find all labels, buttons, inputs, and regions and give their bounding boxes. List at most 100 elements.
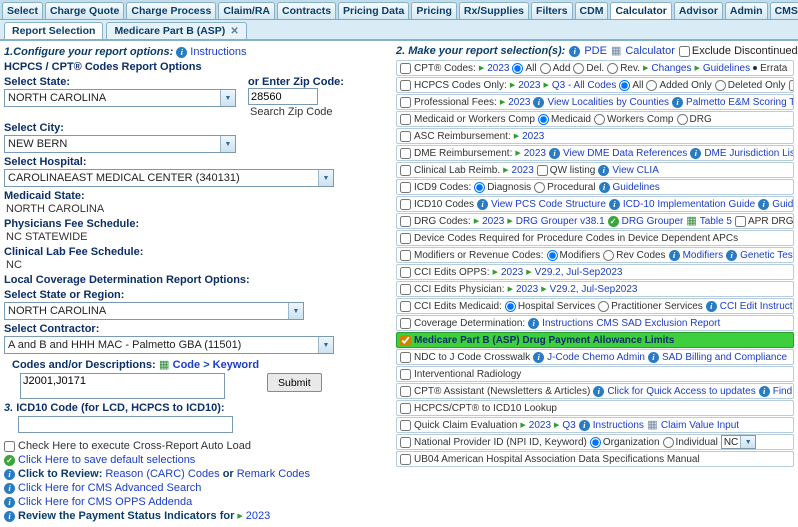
green-arrow-icon[interactable]: ▶ (474, 217, 479, 225)
info-icon[interactable]: i (533, 96, 545, 108)
radio-deleted-only[interactable] (714, 79, 726, 91)
tab-pricing[interactable]: Pricing (411, 2, 457, 19)
row-checkbox[interactable] (400, 385, 411, 397)
calculator-icon[interactable]: ▦ (611, 45, 621, 57)
info-icon[interactable]: i (549, 147, 560, 159)
row-checkbox[interactable] (400, 317, 411, 329)
radio-all[interactable] (512, 62, 524, 74)
tab-cdm[interactable]: CDM (574, 2, 609, 19)
region-select[interactable]: NORTH CAROLINA ▼ (4, 302, 304, 320)
code-keyword-icon[interactable]: ▦ (159, 359, 170, 371)
green-arrow-icon[interactable]: ▶ (520, 421, 525, 429)
view-localities-by-counties-link[interactable]: View Localities by Counties (547, 97, 669, 108)
green-arrow-icon[interactable]: ▶ (500, 98, 505, 106)
info-icon[interactable]: i (533, 351, 545, 363)
payment-status-indicators-info-icon[interactable]: i (4, 510, 15, 522)
dme-jurisdiction-list-link[interactable]: DME Jurisdiction List (704, 148, 793, 159)
radio-added-only[interactable] (646, 79, 658, 91)
green-arrow-icon[interactable]: ▶ (694, 64, 699, 72)
psi-year-link[interactable]: 2023 (246, 510, 270, 522)
2023-link[interactable]: 2023 (529, 420, 551, 431)
zip-input[interactable] (248, 88, 318, 105)
v29-2-jul-sep2023-link[interactable]: V29.2, Jul-Sep2023 (550, 284, 638, 295)
cross-report-checkbox[interactable] (4, 440, 15, 452)
row-checkbox[interactable] (400, 232, 411, 244)
row-checkbox[interactable] (400, 147, 411, 159)
cms-opps-addenda-link[interactable]: Click Here for CMS OPPS Addenda (18, 496, 192, 508)
tab-claim-ra[interactable]: Claim/RA (218, 2, 276, 19)
pde-link[interactable]: PDE (584, 45, 607, 57)
guidelines-link[interactable]: Guidelines (703, 63, 750, 74)
drg-grouper-link[interactable]: DRG Grouper (622, 216, 684, 227)
row-checkbox[interactable] (400, 351, 411, 363)
j-code-chemo-admin-link[interactable]: J-Code Chemo Admin (547, 352, 645, 363)
radio-hospital-services[interactable] (504, 300, 516, 312)
row-checkbox[interactable] (400, 215, 411, 227)
radio-organization[interactable] (589, 436, 601, 448)
radio-rev-codes[interactable] (603, 249, 615, 261)
info-icon[interactable]: i (477, 198, 489, 210)
tab-contracts[interactable]: Contracts (277, 2, 337, 19)
submit-button[interactable]: Submit (267, 373, 322, 392)
row-checkbox[interactable] (400, 164, 411, 176)
info-icon[interactable]: i (672, 96, 684, 108)
codes-input[interactable]: J2001,J0171 (20, 373, 225, 399)
radio-rev[interactable] (607, 62, 619, 74)
icd-10-implementation-guide-link[interactable]: ICD-10 Implementation Guide (623, 199, 755, 210)
guidelines-link[interactable]: Guidelines (772, 199, 793, 210)
cms-advanced-search-info-icon[interactable]: i (4, 482, 15, 494)
pde-info-icon[interactable]: i (569, 45, 581, 57)
info-icon[interactable]: i (758, 198, 770, 210)
green-check-icon[interactable]: ✓ (607, 215, 619, 227)
info-icon[interactable]: i (668, 249, 680, 261)
state-select[interactable]: NORTH CAROLINA ▼ (4, 89, 236, 107)
row-checkbox[interactable] (400, 453, 411, 465)
row-checkbox[interactable] (400, 334, 411, 346)
radio-del[interactable] (573, 62, 585, 74)
remark-codes-link[interactable]: Remark Codes (237, 468, 310, 480)
info-icon[interactable]: i (598, 164, 610, 176)
city-select[interactable]: NEW BERN ▼ (4, 135, 236, 153)
row-checkbox[interactable] (400, 113, 411, 125)
tab-medicare-part-b-asp[interactable]: Medicare Part B (ASP) ✕ (106, 22, 247, 39)
state-mini-select[interactable]: NC ▼ (720, 435, 757, 449)
view-dme-data-references-link[interactable]: View DME Data References (563, 148, 687, 159)
tab-pricing-data[interactable]: Pricing Data (338, 2, 410, 19)
row-checkbox[interactable] (400, 130, 411, 142)
row-checkbox[interactable] (400, 198, 411, 210)
tab-charge-process[interactable]: Charge Process (126, 2, 217, 19)
green-arrow-icon[interactable]: ▶ (554, 421, 559, 429)
exclude-discontinued-checkbox[interactable] (678, 45, 690, 57)
tab-calculator[interactable]: Calculator (610, 2, 672, 19)
grid-icon[interactable]: ▦ (647, 419, 658, 431)
hospital-select[interactable]: CAROLINAEAST MEDICAL CENTER (340131) ▼ (4, 169, 334, 187)
tab-report-selection[interactable]: Report Selection (4, 22, 104, 39)
green-arrow-icon[interactable]: ▶ (643, 64, 648, 72)
green-arrow-icon[interactable]: ▶ (541, 285, 546, 293)
cms-opps-addenda-info-icon[interactable]: i (4, 496, 15, 508)
save-defaults-link[interactable]: Click Here to save default selections (18, 454, 195, 466)
guidelines-link[interactable]: Guidelines (613, 182, 660, 193)
cms-advanced-search-link[interactable]: Click Here for CMS Advanced Search (18, 482, 201, 494)
claim-value-input-link[interactable]: Claim Value Input (661, 420, 739, 431)
contractor-select[interactable]: A and B and HHH MAC - Palmetto GBA (1150… (4, 336, 334, 354)
row-checkbox[interactable] (735, 215, 746, 227)
palmetto-e-m-scoring-tool-link[interactable]: Palmetto E&M Scoring Tool (686, 97, 793, 108)
2023-link[interactable]: 2023 (501, 267, 523, 278)
row-checkbox[interactable] (400, 62, 411, 74)
icd10-input[interactable] (18, 416, 233, 433)
radio-drg[interactable] (676, 113, 688, 125)
tab-admin[interactable]: Admin (724, 2, 768, 19)
info-icon[interactable]: i (608, 198, 620, 210)
green-arrow-icon[interactable]: ▶ (526, 268, 531, 276)
info-icon[interactable]: i (758, 385, 770, 397)
radio-individual[interactable] (662, 436, 674, 448)
row-checkbox[interactable] (788, 79, 793, 91)
tab-rx-supplies[interactable]: Rx/Supplies (458, 2, 530, 19)
info-icon[interactable]: i (593, 385, 605, 397)
2023-link[interactable]: 2023 (482, 216, 504, 227)
info-icon[interactable]: i (726, 249, 738, 261)
green-arrow-icon[interactable]: ▶ (543, 81, 548, 89)
instructions-link[interactable]: Instructions (593, 420, 644, 431)
green-arrow-icon[interactable]: ▶ (508, 285, 513, 293)
